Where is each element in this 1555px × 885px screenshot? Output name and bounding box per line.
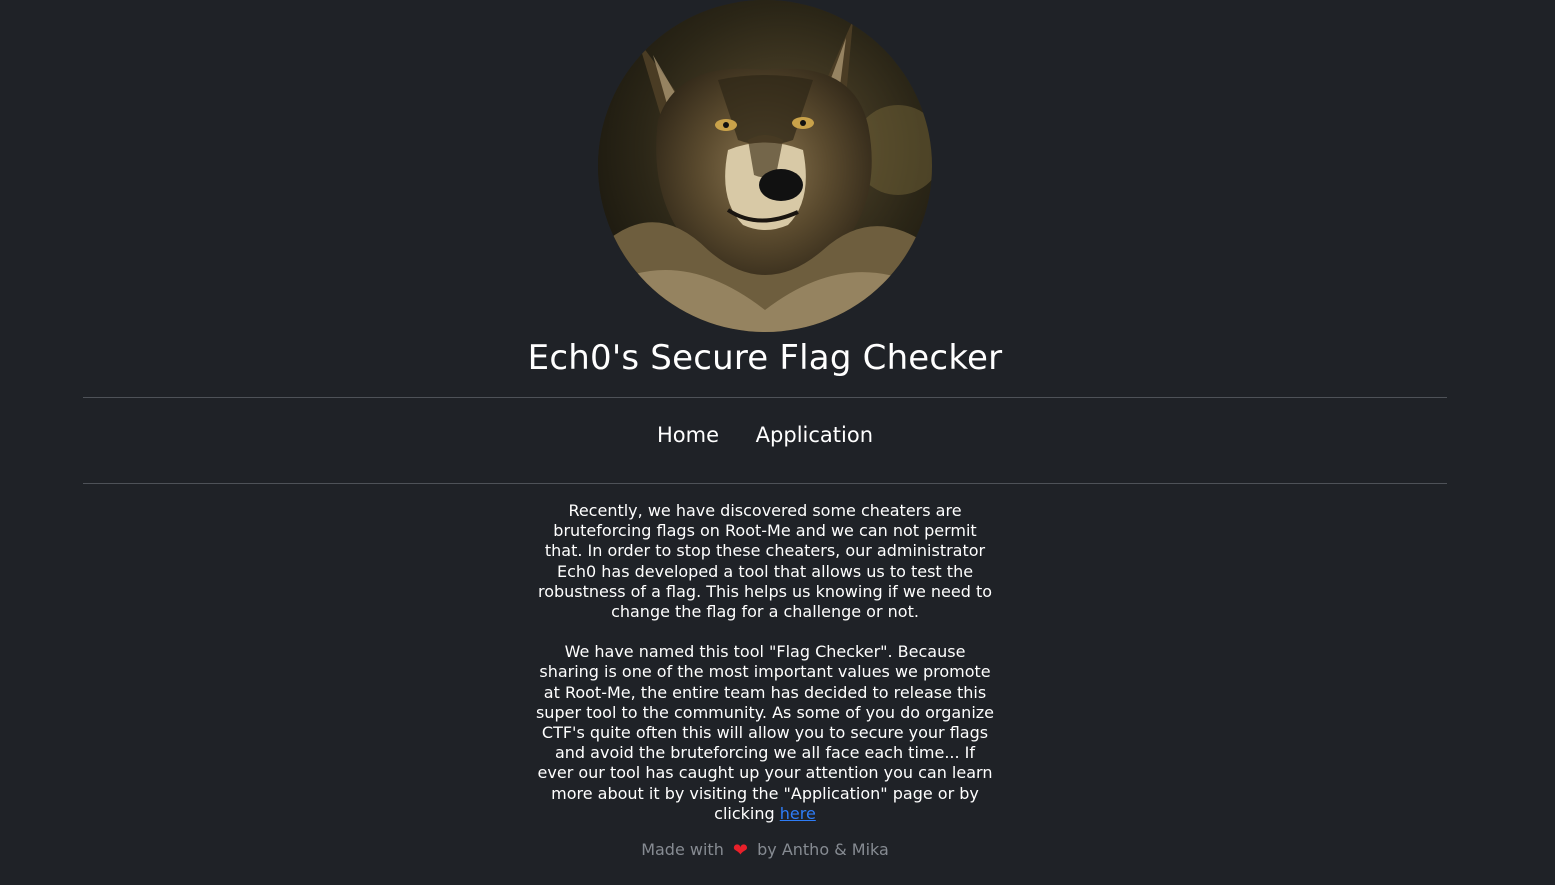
intro-paragraph-1: Recently, we have discovered some cheate… xyxy=(537,501,993,622)
intro-paragraph-2-text: We have named this tool "Flag Checker". … xyxy=(535,642,995,823)
here-link[interactable]: here xyxy=(780,804,816,823)
nav-item-home[interactable]: Home xyxy=(657,423,719,447)
intro-paragraph-2: We have named this tool "Flag Checker". … xyxy=(535,642,995,824)
page: Ech0's Secure Flag Checker Home Applicat… xyxy=(0,0,1555,885)
bottom-divider xyxy=(83,483,1447,484)
top-divider xyxy=(83,397,1447,398)
main-nav: Home Application xyxy=(0,423,1530,447)
wolf-avatar-image xyxy=(598,0,932,332)
heart-icon: ❤ xyxy=(732,840,749,861)
wolf-illustration xyxy=(598,0,932,332)
footer-suffix: by Antho & Mika xyxy=(757,840,889,859)
page-title: Ech0's Secure Flag Checker xyxy=(527,338,1003,378)
intro-content: Recently, we have discovered some cheate… xyxy=(535,501,995,824)
footer-prefix: Made with xyxy=(641,840,724,859)
nav-item-application[interactable]: Application xyxy=(756,423,873,447)
footer: Made with ❤ by Antho & Mika xyxy=(0,840,1530,861)
